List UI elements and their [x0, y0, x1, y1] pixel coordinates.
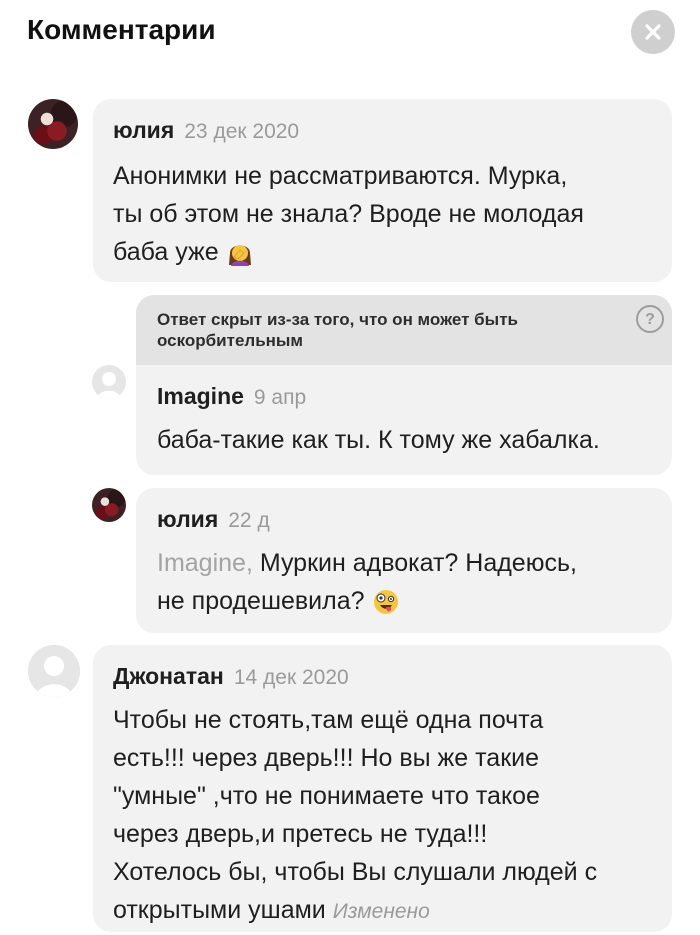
comment-bubble: Imagine 9 апр баба-такие как ты. К тому ж… — [136, 365, 672, 475]
text-line: Чтобы не стоять,там ещё одна почта — [113, 706, 544, 734]
text-line: открытыми ушами — [113, 896, 326, 924]
author-name[interactable]: юлия — [113, 117, 174, 143]
notice-line: оскорбительным — [157, 331, 304, 350]
comment-header: юлия 22 д — [157, 506, 270, 533]
mention-link[interactable]: Imagine, — [157, 549, 253, 577]
comment-text: Анонимки не рассматриваются. Мурка, ты о… — [113, 157, 584, 271]
reply-card: Ответ скрыт из-за того, что он может быт… — [136, 295, 672, 475]
comment-text: Imagine, Муркин адвокат? Надеюсь, не про… — [157, 544, 577, 620]
close-icon — [645, 24, 661, 40]
text-line: Хотелось бы, чтобы Вы слушали людей с — [113, 858, 598, 886]
avatar[interactable] — [28, 99, 78, 149]
text-line: через дверь,и претесь не туда!!! — [113, 820, 488, 848]
text-line: "умные" ,что не понимаете что такое — [113, 782, 540, 810]
comment-bubble: Джонатан 14 дек 2020 Чтобы не стоять,там … — [93, 645, 672, 932]
comment-date: 22 д — [228, 509, 270, 532]
text-line: не продешевила? — [157, 587, 365, 615]
comment-text: Чтобы не стоять,там ещё одна почта есть!… — [113, 701, 597, 931]
comment-date: 9 апр — [253, 386, 307, 409]
author-name[interactable]: Джонатан — [113, 663, 224, 689]
text-line: есть!!! через дверь!!! Но вы же такие — [113, 744, 540, 772]
text-line: Анонимки не рассматриваются. Мурка, — [113, 162, 568, 190]
text-line: баба-такие как ты. К тому же хабалка. — [157, 426, 600, 454]
avatar[interactable] — [92, 365, 126, 399]
comment-header: юлия 23 дек 2020 — [113, 117, 299, 144]
author-name[interactable]: юлия — [157, 506, 218, 532]
help-icon[interactable]: ? — [636, 305, 664, 333]
avatar[interactable] — [92, 488, 126, 522]
comment-text: баба-такие как ты. К тому же хабалка. — [157, 421, 600, 459]
comment-header: Джонатан 14 дек 2020 — [113, 663, 349, 690]
comment-date: 23 дек 2020 — [184, 120, 300, 143]
hidden-notice: Ответ скрыт из-за того, что он может быт… — [136, 295, 672, 365]
comment-bubble: юлия 23 дек 2020 Анонимки не рассматриваю… — [93, 99, 672, 282]
avatar[interactable] — [28, 645, 80, 697]
comment-header: Imagine 9 апр — [157, 383, 306, 410]
author-name[interactable]: Imagine — [157, 383, 244, 409]
text-line: Муркин адвокат? Надеюсь, — [259, 549, 577, 577]
page-title: Комментарии — [27, 14, 216, 45]
face-palm-woman-emoji — [228, 245, 251, 267]
zany-face-emoji — [373, 590, 398, 615]
edited-label: Изменено — [332, 900, 430, 923]
text-line: баба уже — [113, 238, 219, 266]
comment-date: 14 дек 2020 — [233, 666, 349, 689]
comment-bubble: юлия 22 д Imagine, Муркин адвокат? Надеюс… — [136, 488, 672, 633]
close-button[interactable] — [631, 10, 675, 54]
text-line: ты об этом не знала? Вроде не молодая — [113, 200, 584, 228]
default-user-icon — [28, 645, 80, 697]
default-user-icon — [92, 365, 126, 399]
notice-line: Ответ скрыт из-за того, что он может быт… — [157, 310, 518, 329]
